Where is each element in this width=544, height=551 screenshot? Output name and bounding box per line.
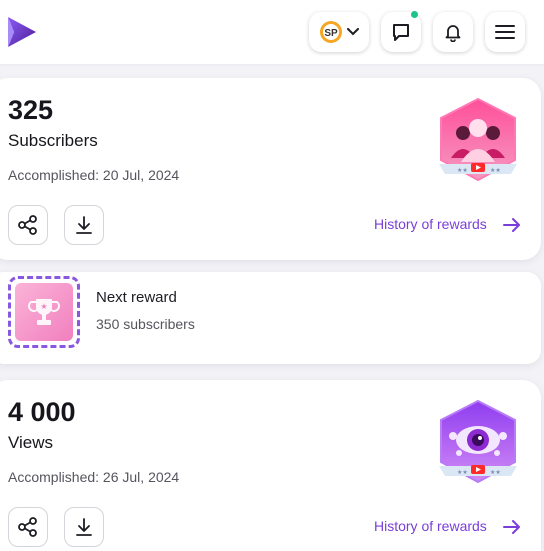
svg-text:★★: ★★ — [490, 167, 501, 174]
trophy-icon: ★ — [28, 299, 60, 325]
share-icon — [18, 215, 37, 235]
next-reward-card: ★ Next reward 350 subscribers — [0, 272, 541, 364]
next-reward-title: Next reward — [96, 289, 177, 306]
menu-icon — [495, 25, 515, 39]
profile-button[interactable]: SP — [309, 12, 369, 52]
svg-text:★★: ★★ — [457, 469, 468, 476]
milestone-count: 4 000 — [8, 397, 76, 427]
download-icon — [76, 216, 92, 234]
download-icon — [76, 518, 92, 536]
menu-button[interactable] — [485, 12, 525, 52]
svg-text:★★: ★★ — [490, 469, 501, 476]
arrow-right-icon[interactable] — [503, 217, 521, 233]
profile-avatar: SP — [320, 21, 342, 43]
chevron-down-icon — [347, 28, 359, 36]
milestone-metric: Views — [8, 433, 54, 452]
share-button[interactable] — [8, 507, 48, 547]
profile-initials: SP — [324, 28, 338, 39]
logo-icon[interactable] — [6, 15, 38, 49]
download-button[interactable] — [64, 507, 104, 547]
messages-button[interactable] — [381, 11, 421, 52]
share-icon — [18, 517, 37, 537]
notification-dot — [411, 11, 418, 18]
top-bar: SP — [0, 0, 544, 64]
arrow-right-icon[interactable] — [503, 519, 521, 535]
views-badge-icon: ★★ ★★ — [439, 399, 517, 484]
subscribers-badge-icon: ★★ ★★ — [439, 97, 517, 182]
bell-icon — [445, 25, 461, 42]
share-button[interactable] — [8, 205, 48, 245]
milestone-count: 325 — [8, 95, 54, 125]
download-button[interactable] — [64, 205, 104, 245]
svg-text:★: ★ — [40, 302, 47, 311]
milestone-metric: Subscribers — [8, 131, 98, 150]
next-reward-target: 350 subscribers — [96, 316, 195, 332]
notifications-button[interactable] — [433, 12, 473, 52]
svg-text:★★: ★★ — [457, 167, 468, 174]
subscribers-milestone-card: 325 Subscribers Accomplished: 20 Jul, 20… — [0, 78, 541, 260]
history-of-rewards-link[interactable]: History of rewards — [374, 518, 487, 534]
accomplished-date: Accomplished: 20 Jul, 2024 — [8, 167, 180, 183]
history-of-rewards-link[interactable]: History of rewards — [374, 216, 487, 232]
chat-icon — [393, 24, 409, 41]
accomplished-date: Accomplished: 26 Jul, 2024 — [8, 469, 180, 485]
views-milestone-card: 4 000 Views Accomplished: 26 Jul, 2024 H… — [0, 380, 541, 551]
next-reward-image: ★ — [8, 276, 80, 348]
